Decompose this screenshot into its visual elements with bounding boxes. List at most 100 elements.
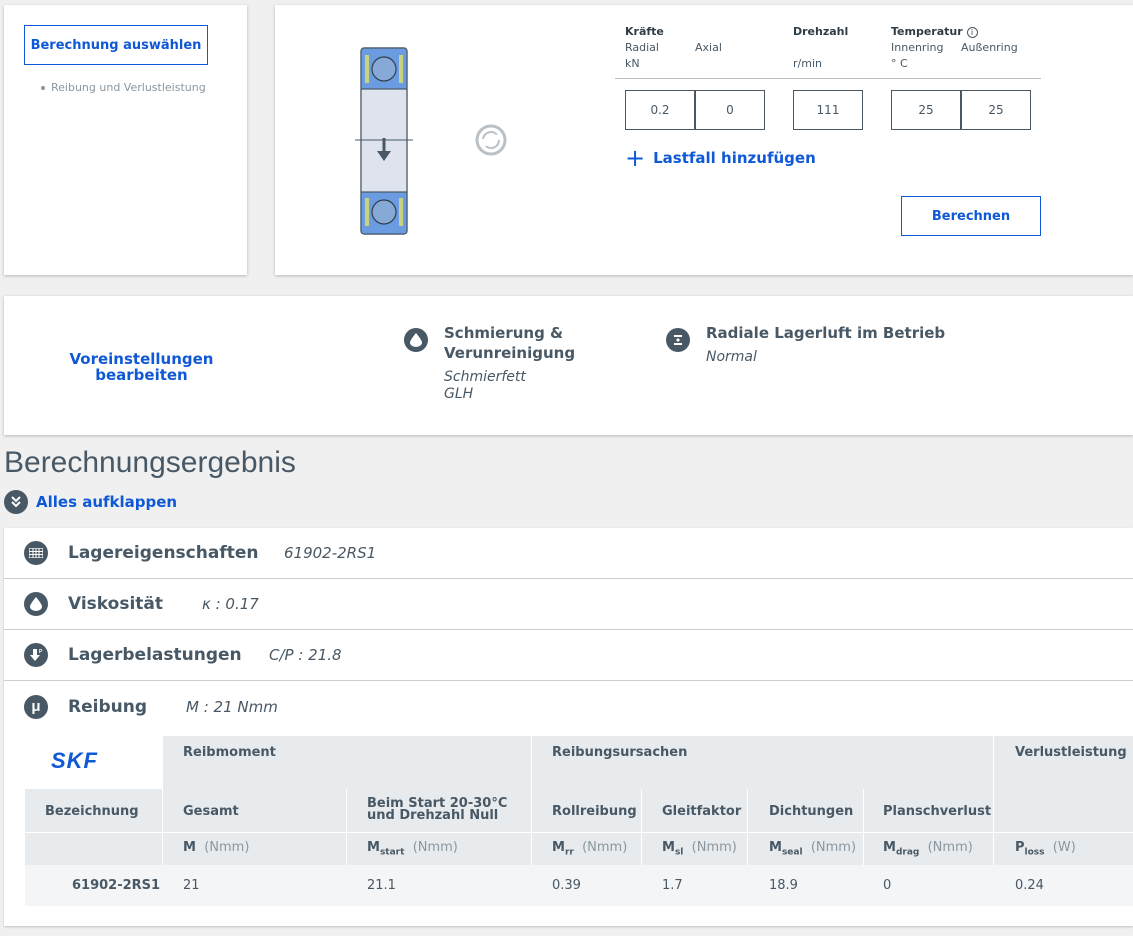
bearing-diagram-icon <box>355 47 413 235</box>
sym-sl: M <box>662 840 675 855</box>
lubrication-type: GLH <box>444 386 474 402</box>
sub-rr: rr <box>564 847 574 858</box>
radial-label: Radial <box>625 41 659 54</box>
axial-force-input[interactable]: 0 <box>695 90 765 130</box>
calculate-button[interactable]: Berechnen <box>901 196 1041 236</box>
clearance-icon <box>666 328 690 352</box>
results-title: Berechnungsergebnis <box>4 446 296 479</box>
unit-slide: Msl (Nmm) <box>662 840 737 858</box>
sub-sl: sl <box>674 847 684 858</box>
row-seal: 18.9 <box>769 878 798 893</box>
radial-force-input[interactable]: 0.2 <box>625 90 695 130</box>
unit-nmm: (Nmm) <box>204 840 250 855</box>
result-row-properties[interactable]: Lagereigenschaften 61902-2RS1 <box>4 528 1133 579</box>
sym-total: M <box>183 840 196 855</box>
unit-drag: Mdrag (Nmm) <box>883 840 973 858</box>
col-header-drag: Planschverlust <box>883 804 992 819</box>
result-row-value: M : 21 Nmm <box>186 697 278 716</box>
row-roll: 0.39 <box>552 878 581 893</box>
expand-all-button[interactable]: Alles aufklappen <box>4 490 177 514</box>
sym-loss: P <box>1015 840 1025 855</box>
group-moment-header: Reibmoment <box>183 745 276 760</box>
info-icon[interactable]: i <box>966 26 978 38</box>
table-divider <box>162 736 163 865</box>
plus-icon: + <box>625 144 646 172</box>
unit-nmm: (Nmm) <box>412 840 458 855</box>
calculation-select-card: Berechnung auswählen Reibung und Verlust… <box>4 5 247 275</box>
result-row-value: 61902-2RS1 <box>284 544 377 562</box>
edit-presets-link[interactable]: Voreinstellungen bearbeiten <box>59 351 224 383</box>
row-drag: 0 <box>883 878 892 893</box>
result-row-friction[interactable]: μ Reibung M : 21 Nmm <box>4 681 1133 732</box>
load-case-card: Kräfte Radial Axial kN Drehzahl r/min Te… <box>275 5 1133 275</box>
drop-icon <box>24 592 48 616</box>
unit-nmm: (Nmm) <box>691 840 737 855</box>
unit-w: (W) <box>1052 840 1076 855</box>
col-header-start: Beim Start 20-30°C und Drehzahl Null <box>367 797 507 823</box>
row-slide: 1.7 <box>662 878 683 893</box>
col-header-roll: Rollreibung <box>552 804 637 819</box>
table-divider <box>863 789 864 865</box>
drop-icon <box>404 328 428 352</box>
axial-label: Axial <box>695 41 722 54</box>
sub-drag: drag <box>895 847 920 858</box>
presets-card: Voreinstellungen bearbeiten Schmierung &… <box>4 296 1133 435</box>
result-row-value: C/P : 21.8 <box>269 646 342 664</box>
table-divider <box>641 789 642 865</box>
table-icon <box>24 541 48 565</box>
lubrication-grease: Schmierfett <box>444 369 526 385</box>
col-header-slide: Gleitfaktor <box>662 804 742 819</box>
select-calculation-button[interactable]: Berechnung auswählen <box>24 25 208 65</box>
row-loss: 0.24 <box>1015 878 1044 893</box>
table-divider <box>747 789 748 865</box>
row-name: 61902-2RS1 <box>72 878 161 893</box>
sub-seal: seal <box>781 847 803 858</box>
inner-ring-temp-input[interactable]: 25 <box>891 90 961 130</box>
outer-ring-temp-input[interactable]: 25 <box>961 90 1031 130</box>
mu-icon: μ <box>24 694 48 719</box>
forces-header: Kräfte <box>625 25 664 38</box>
inner-ring-label: Innenring <box>891 41 944 54</box>
outer-ring-label: Außenring <box>961 41 1018 54</box>
result-row-name: Viskosität <box>68 594 164 614</box>
svg-text:P: P <box>39 649 43 655</box>
unit-loss: Ploss (W) <box>1015 840 1076 858</box>
temperature-unit: ° C <box>891 57 908 70</box>
col-header-seal: Dichtungen <box>769 804 854 819</box>
sym-start: M <box>367 840 380 855</box>
force-unit: kN <box>625 57 640 70</box>
rotation-icon <box>475 124 507 156</box>
add-load-case-button[interactable]: + Lastfall hinzufügen <box>625 144 816 172</box>
table-divider <box>346 789 347 865</box>
result-row-name: Lagerbelastungen <box>68 645 242 665</box>
result-row-value: κ : 0.17 <box>202 595 259 613</box>
selected-method-label: Reibung und Verlustleistung <box>51 81 206 94</box>
sub-loss: loss <box>1024 847 1045 858</box>
sym-rr: M <box>552 840 565 855</box>
unit-nmm: (Nmm) <box>582 840 628 855</box>
bullet-icon <box>41 86 45 90</box>
col-header-total: Gesamt <box>183 804 239 819</box>
result-row-loads[interactable]: P Lagerbelastungen C/P : 21.8 <box>4 630 1133 681</box>
lubrication-title: Schmierung & Verunreinigung <box>444 324 576 362</box>
table-group-header-bg <box>162 736 1133 789</box>
clearance-title: Radiale Lagerluft im Betrieb <box>706 324 946 342</box>
col-header-name: Bezeichnung <box>45 804 139 819</box>
result-row-name: Reibung <box>68 696 147 717</box>
speed-input[interactable]: 111 <box>793 90 863 130</box>
sym-drag: M <box>883 840 896 855</box>
skf-logo: SKF <box>51 748 98 773</box>
temperature-label: Temperatur <box>891 25 963 38</box>
double-chevron-down-icon <box>4 490 28 514</box>
result-row-name: Lagereigenschaften <box>68 543 259 563</box>
group-loss-header: Verlustleistung <box>1015 745 1127 760</box>
sym-seal: M <box>769 840 782 855</box>
expand-all-label: Alles aufklappen <box>36 493 178 511</box>
result-row-viscosity[interactable]: Viskosität κ : 0.17 <box>4 579 1133 630</box>
sub-start: start <box>379 847 405 858</box>
selected-method-item: Reibung und Verlustleistung <box>41 81 206 94</box>
temperature-header: Temperatur i <box>891 25 978 38</box>
unit-total: M (Nmm) <box>183 840 249 855</box>
col-header-start-line2: und Drehzahl Null <box>367 808 499 823</box>
clearance-value: Normal <box>706 349 757 365</box>
